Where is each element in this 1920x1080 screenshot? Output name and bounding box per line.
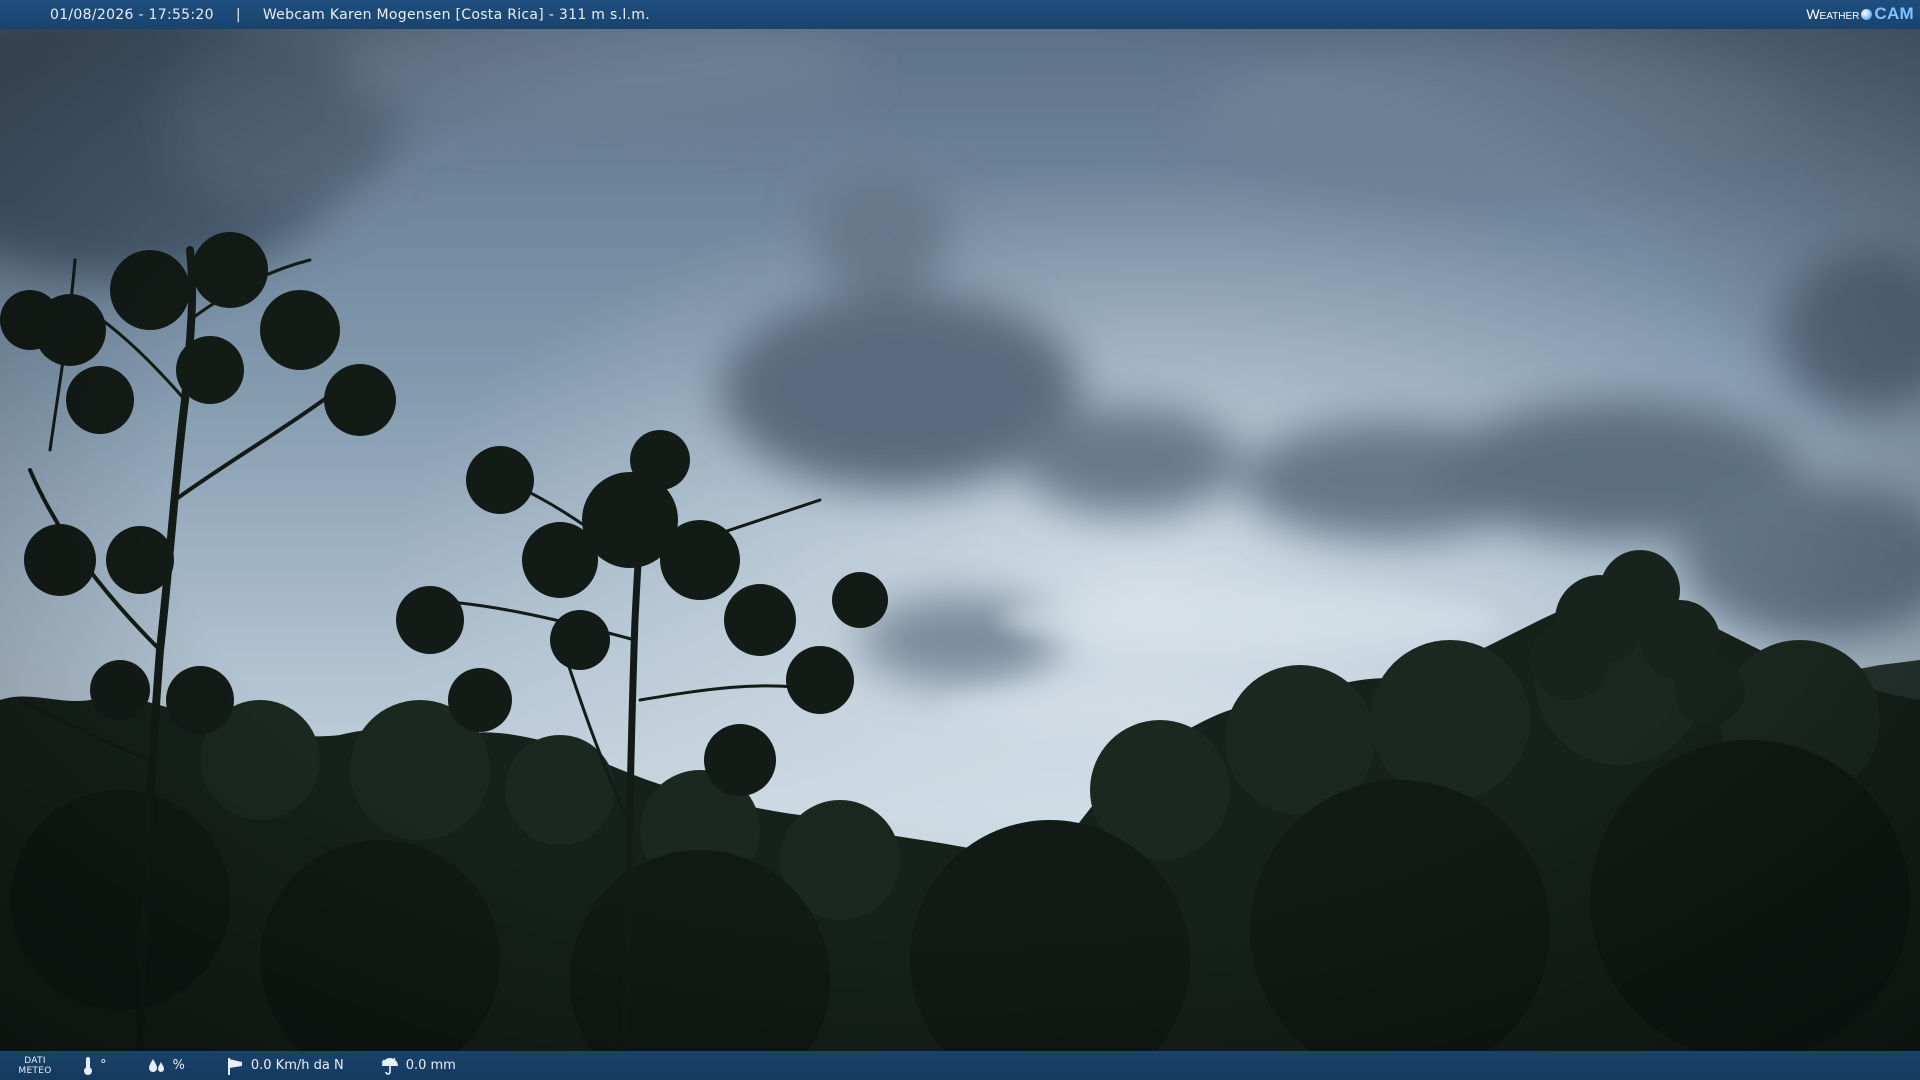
weathercam-logo[interactable]: Weather CAM (1806, 4, 1914, 24)
globe-dot-icon (1861, 8, 1873, 20)
rain-readout: 0.0 mm (380, 1056, 456, 1076)
logo-weather-text: Weather (1806, 6, 1860, 22)
separator: | (235, 6, 241, 23)
thermometer-icon (84, 1056, 92, 1075)
wind-value: 0.0 Km/h da N (250, 1058, 344, 1073)
bottom-weather-bar: DATI METEO ° % 0.0 Km/h da N 0.0 mm (0, 1051, 1920, 1080)
umbrella-rain-icon (381, 1057, 398, 1075)
windsock-icon (227, 1057, 242, 1075)
webcam-title: Webcam Karen Mogensen [Costa Rica] - 311… (262, 6, 650, 23)
logo-cam-text: CAM (1874, 4, 1914, 23)
dati-line1: DATI (24, 1055, 46, 1066)
dati-line2: METEO (18, 1065, 52, 1076)
humidity-readout: % (147, 1057, 185, 1075)
humidity-value: % (172, 1058, 185, 1073)
temperature-value: ° (100, 1058, 107, 1073)
temperature-readout: ° (82, 1056, 107, 1076)
webcam-frame: 01/08/2026 - 17:55:20 | Webcam Karen Mog… (0, 0, 1920, 1080)
rain-value: 0.0 mm (405, 1058, 456, 1073)
droplets-icon (148, 1058, 164, 1072)
dati-meteo-label: DATI METEO (10, 1056, 60, 1076)
top-info-bar: 01/08/2026 - 17:55:20 | Webcam Karen Mog… (0, 0, 1920, 29)
webcam-image (0, 0, 1920, 1080)
datetime-label: 01/08/2026 - 17:55:20 (50, 6, 214, 23)
wind-readout: 0.0 Km/h da N (225, 1056, 344, 1076)
